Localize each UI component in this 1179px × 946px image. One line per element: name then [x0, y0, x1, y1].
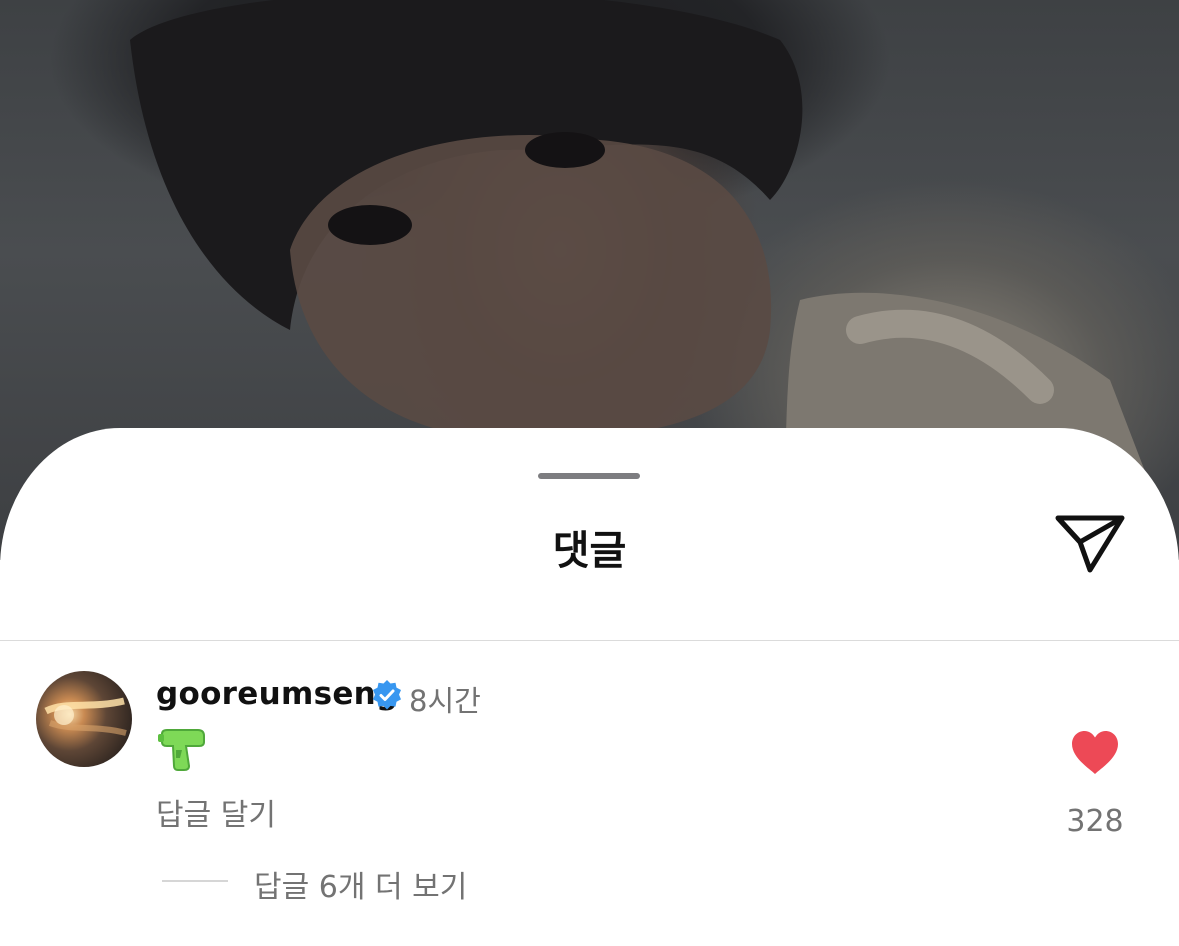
header-divider [0, 640, 1179, 641]
like-count: 328 [1066, 804, 1124, 839]
sheet-title: 댓글 [552, 528, 627, 574]
send-icon [1055, 515, 1125, 573]
like-button[interactable] [1070, 730, 1120, 776]
comments-sheet: 댓글 gooreumseng 8시간 답글 달기 답글 6개 더 보기 328 [0, 428, 1179, 946]
reply-button[interactable]: 답글 달기 [156, 790, 276, 834]
comment-username[interactable]: gooreumseng [156, 676, 399, 712]
comments-screen: 댓글 gooreumseng 8시간 답글 달기 답글 6개 더 보기 328 [0, 0, 1179, 946]
avatar-image [44, 697, 127, 736]
view-more-replies-button[interactable]: 답글 6개 더 보기 [254, 862, 467, 906]
water-pistol-icon [158, 728, 206, 772]
heart-icon [1072, 731, 1118, 774]
avatar[interactable] [36, 671, 132, 767]
replies-divider-line [162, 880, 228, 882]
comment-timestamp: 8시간 [409, 684, 481, 718]
share-button[interactable] [1052, 512, 1128, 578]
sheet-grabber[interactable] [538, 473, 640, 479]
verified-badge-icon [371, 679, 403, 711]
